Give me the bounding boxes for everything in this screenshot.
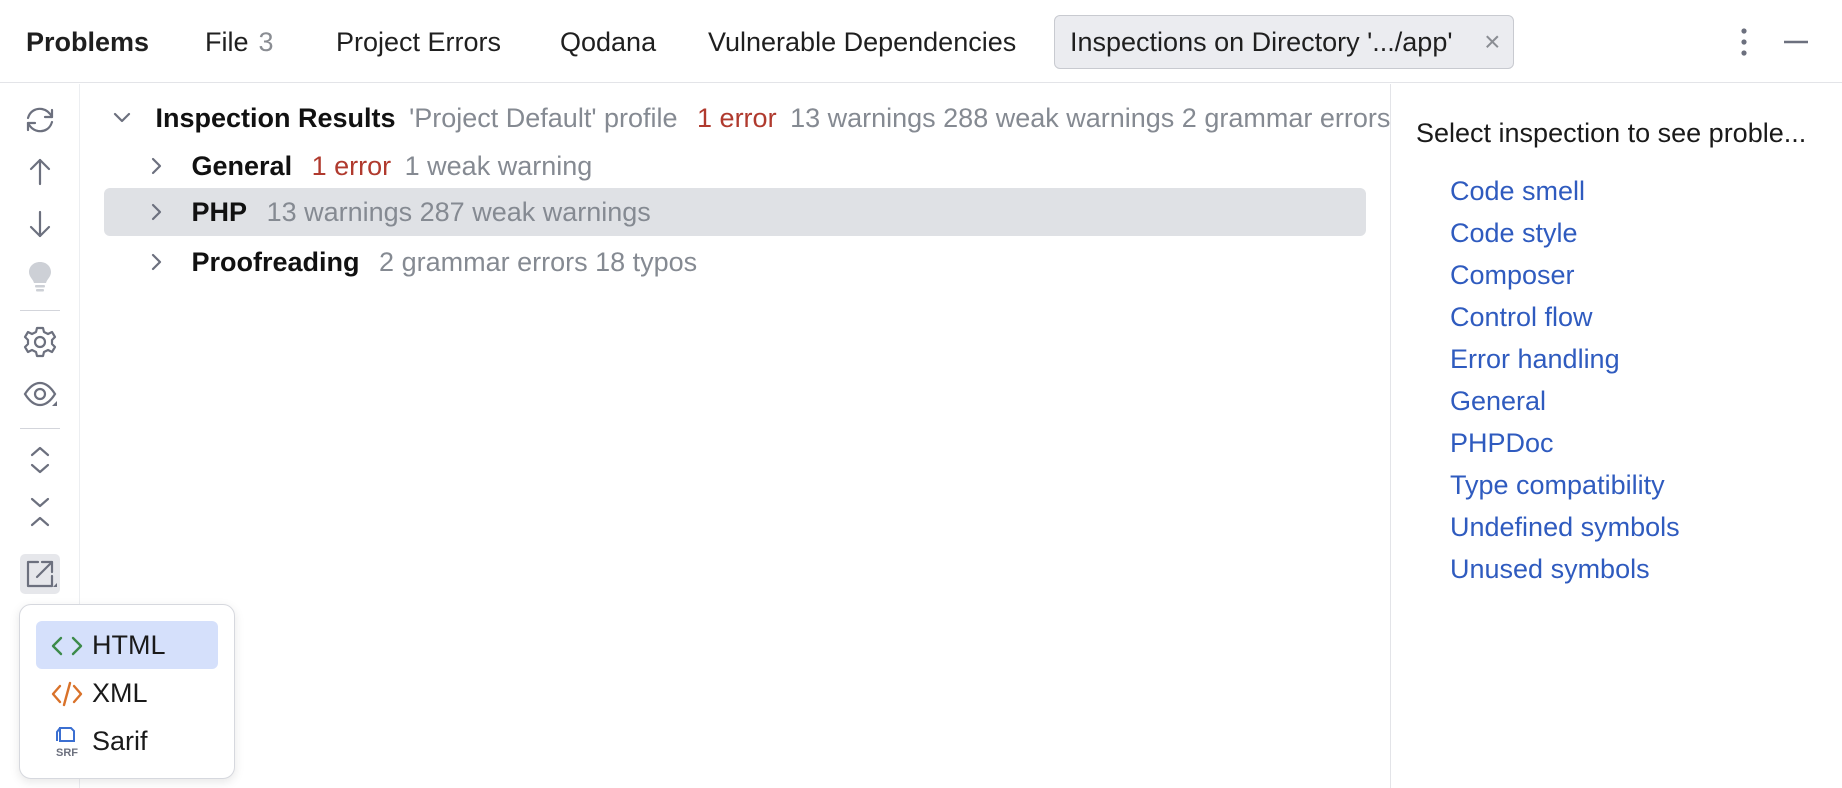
tree-item-label: Proofreading <box>191 247 360 277</box>
sarif-icon: SRF <box>50 725 84 759</box>
tree-item-error: 1 error <box>311 151 392 181</box>
link-code-style[interactable]: Code style <box>1450 218 1578 249</box>
chevron-right-icon[interactable] <box>142 142 172 190</box>
root-error-count: 1 error <box>697 103 777 133</box>
inspection-results-tree: Inspection Results 'Project Default' pro… <box>80 84 1390 788</box>
menu-item-label: HTML <box>92 630 166 660</box>
tab-inspections-label: Inspections on Directory '.../app' <box>1070 27 1453 57</box>
tab-project-errors[interactable]: Project Errors <box>336 20 501 64</box>
root-summary: 13 warnings 288 weak warnings 2 grammar … <box>790 103 1391 133</box>
link-phpdoc[interactable]: PHPDoc <box>1450 428 1554 459</box>
menu-item-label: XML <box>92 678 148 708</box>
link-code-smell[interactable]: Code smell <box>1450 176 1585 207</box>
collapse-all-icon[interactable] <box>20 492 60 532</box>
link-error-handling[interactable]: Error handling <box>1450 344 1620 375</box>
next-problem-icon[interactable] <box>20 204 60 244</box>
toolbar-separator <box>20 310 60 311</box>
link-type-compatibility[interactable]: Type compatibility <box>1450 470 1665 501</box>
tree-item-label: General <box>191 151 293 181</box>
details-panel: Select inspection to see proble... Code … <box>1391 84 1842 788</box>
tree-item-label: PHP <box>191 197 248 227</box>
link-undefined-symbols[interactable]: Undefined symbols <box>1450 512 1680 543</box>
tab-file[interactable]: File 3 <box>205 20 274 64</box>
tree-item-info: 1 weak warning <box>404 151 593 181</box>
settings-gear-icon[interactable] <box>20 322 60 362</box>
sarif-icon-text: SRF <box>56 747 78 758</box>
problems-title: Problems <box>26 27 150 57</box>
close-icon[interactable]: × <box>1484 16 1500 68</box>
export-popup-menu: HTML XML SRF Sarif <box>19 604 235 779</box>
menu-item-html[interactable]: HTML <box>36 621 218 669</box>
xml-icon <box>50 677 84 709</box>
tree-item-info: 2 grammar errors 18 typos <box>379 247 698 277</box>
chevron-right-icon[interactable] <box>142 188 172 236</box>
link-composer[interactable]: Composer <box>1450 260 1575 291</box>
root-label: Inspection Results <box>155 103 396 133</box>
link-unused-symbols[interactable]: Unused symbols <box>1450 554 1650 585</box>
link-control-flow[interactable]: Control flow <box>1450 302 1593 333</box>
expand-all-icon[interactable] <box>20 440 60 480</box>
root-profile: 'Project Default' profile <box>409 103 678 133</box>
details-heading: Select inspection to see proble... <box>1416 118 1807 148</box>
menu-item-sarif[interactable]: SRF Sarif <box>36 717 218 765</box>
html-icon <box>50 629 84 661</box>
tab-file-count: 3 <box>258 27 274 57</box>
chevron-right-icon[interactable] <box>142 238 172 286</box>
chevron-down-icon[interactable] <box>108 94 138 142</box>
tool-window-header: Problems File 3 Project Errors Qodana Vul… <box>0 0 1842 83</box>
tree-item-proofreading[interactable]: Proofreading 2 grammar errors 18 typos <box>142 238 1382 286</box>
tab-vulnerable-dependencies[interactable]: Vulnerable Dependencies <box>708 20 1016 64</box>
tree-root-inspection-results[interactable]: Inspection Results 'Project Default' pro… <box>108 94 1390 142</box>
tab-qodana[interactable]: Qodana <box>560 20 656 64</box>
previous-problem-icon[interactable] <box>20 152 60 192</box>
tree-item-general[interactable]: General 1 error 1 weak warning <box>142 142 1382 190</box>
export-icon[interactable] <box>20 554 60 594</box>
menu-item-xml[interactable]: XML <box>36 669 218 717</box>
minimize-icon[interactable] <box>1776 22 1816 62</box>
link-general[interactable]: General <box>1450 386 1546 417</box>
tab-file-label: File <box>205 27 249 57</box>
view-options-eye-icon[interactable] <box>20 374 60 414</box>
toolbar-separator <box>20 428 60 429</box>
tree-item-php[interactable]: PHP 13 warnings 287 weak warnings <box>104 188 1366 236</box>
tab-inspections-directory[interactable]: Inspections on Directory '.../app' × <box>1054 15 1514 69</box>
rerun-icon[interactable] <box>20 100 60 140</box>
quick-fix-bulb-icon[interactable] <box>20 256 60 296</box>
tree-item-info: 13 warnings 287 weak warnings <box>266 197 651 227</box>
menu-item-label: Sarif <box>92 726 148 756</box>
more-options-icon[interactable] <box>1724 22 1764 62</box>
